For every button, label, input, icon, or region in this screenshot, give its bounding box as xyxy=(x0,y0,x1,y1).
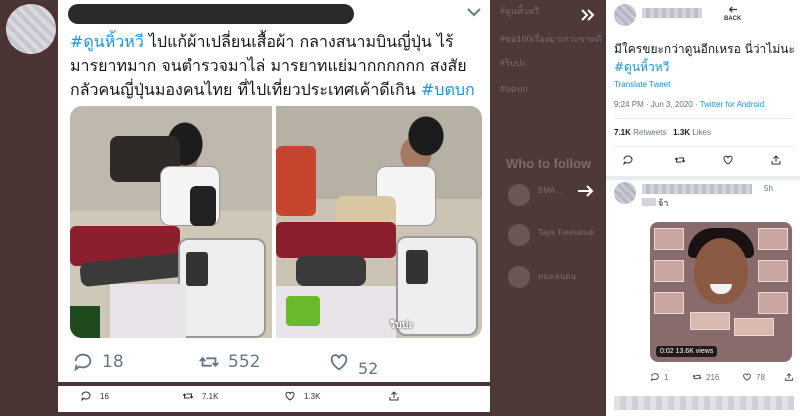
trend-item[interactable]: #ขอ100เรื่องมาเกาะขาดดี xyxy=(500,32,602,46)
suggestion-name[interactable]: Taya Treesanuk xyxy=(538,228,594,237)
like-count: 52 xyxy=(358,362,379,376)
arrow-right-icon[interactable] xyxy=(576,184,596,198)
like-count: 1.3K xyxy=(304,391,321,401)
like-button[interactable]: 52 xyxy=(328,348,378,376)
reply-icon xyxy=(74,353,92,372)
like-button[interactable]: 78 xyxy=(742,372,765,382)
background-avatar xyxy=(6,4,56,54)
suggestion-avatar xyxy=(508,184,530,206)
background-sidebar: #ดูนหิ้วหวี #ขอ100เรื่องมาเกาะขาดดี #ริบ… xyxy=(492,0,604,416)
suggestion-avatar xyxy=(508,266,530,288)
right-tweet-panel: BACK มีใครขยะกว่าดูนอีกเหรอ นี่ว่าไม่นะ … xyxy=(606,0,800,416)
avatar[interactable] xyxy=(614,4,636,26)
reply-count: 18 xyxy=(102,352,124,372)
retweet-icon xyxy=(692,374,702,380)
tweet-actions: 18 552 52 xyxy=(70,348,482,378)
tweet-stats: 7.1K Retweets 1.3K Likes xyxy=(614,128,711,137)
tweet-actions xyxy=(614,154,794,168)
share-button[interactable] xyxy=(784,372,794,382)
hashtag-link[interactable]: #ดูนหิ้วหวี xyxy=(70,32,144,51)
redacted-text xyxy=(642,198,656,206)
retweet-icon[interactable] xyxy=(674,154,686,166)
share-icon xyxy=(785,373,793,381)
reply-count: 1 xyxy=(664,372,669,382)
retweet-icon xyxy=(182,393,194,399)
translate-tweet-link[interactable]: Translate Tweet xyxy=(614,80,670,89)
hashtag-link[interactable]: #ดูนหิ้วหวี xyxy=(614,60,669,74)
video-views-badge: 0:02 13.6K views xyxy=(656,346,718,357)
tweet-text: #ดูนหิ้วหวี ไปแก้ผ้าเปลี่ยนเสื้อผ้า กลาง… xyxy=(70,30,482,102)
underlying-tweet-actions: 16 7.1K 1.3K xyxy=(58,386,490,412)
tweet-image-right[interactable] xyxy=(276,106,482,338)
retweets-label[interactable]: Retweets xyxy=(633,128,666,137)
divider xyxy=(614,146,794,147)
reply-icon[interactable] xyxy=(622,154,634,166)
tweet-timestamp[interactable]: 9:24 PM · Jun 3, 2020 · xyxy=(614,100,700,109)
divider xyxy=(614,118,794,119)
back-label: BACK xyxy=(724,16,742,22)
reply-button[interactable]: 18 xyxy=(72,348,124,376)
tweet-text: มีใครขยะกว่าดูนอีกเหรอ นี่ว่าไม่นะ #ดูนห… xyxy=(614,40,796,76)
tweet-video[interactable]: 0:02 13.6K views xyxy=(650,222,792,362)
back-button[interactable]: BACK xyxy=(724,6,741,23)
share-button[interactable] xyxy=(388,390,400,402)
tweet-text: จ้า xyxy=(658,199,669,209)
avatar[interactable] xyxy=(614,182,636,204)
reply-button[interactable]: 16 xyxy=(80,390,109,402)
trend-item[interactable]: #บตบก xyxy=(500,82,528,96)
trend-item[interactable]: #ดูนหิ้วหวี xyxy=(500,4,539,18)
like-count: 78 xyxy=(756,372,765,382)
retweet-button[interactable]: 552 xyxy=(198,348,260,376)
tweet-meta: 9:24 PM · Jun 3, 2020 · Twitter for Andr… xyxy=(614,100,764,109)
retweets-count[interactable]: 7.1K xyxy=(614,128,631,137)
redacted-username xyxy=(642,184,752,194)
redacted-username xyxy=(642,8,702,18)
redacted-author xyxy=(68,4,354,24)
quoted-tweet-modal: #ดูนหิ้วหวี ไปแก้ผ้าเปลี่ยนเสื้อผ้า กลาง… xyxy=(58,0,490,382)
retweet-button[interactable]: 7.1K xyxy=(182,390,218,402)
image-caption: ริบปะ xyxy=(390,320,414,331)
reply-icon xyxy=(81,391,91,402)
reply-count: 16 xyxy=(100,391,109,401)
reply-icon xyxy=(651,373,659,382)
reply-button[interactable]: 1 xyxy=(650,372,668,382)
share-icon[interactable] xyxy=(770,154,782,166)
tweet-actions: 1 216 78 xyxy=(650,372,796,386)
retweet-count: 216 xyxy=(706,372,720,382)
tweet-image-left[interactable] xyxy=(70,106,272,338)
hashtag-link[interactable]: #บตบก xyxy=(421,80,475,99)
suggestion-name[interactable]: BMA... xyxy=(538,186,562,195)
suggestion-avatar xyxy=(508,224,530,246)
like-button[interactable]: 1.3K xyxy=(284,390,320,402)
tweet-body: มีใครขยะกว่าดูนอีกเหรอ นี่ว่าไม่นะ xyxy=(614,42,795,56)
heart-icon xyxy=(285,391,295,401)
heart-icon[interactable] xyxy=(722,154,734,166)
divider xyxy=(606,176,800,180)
redacted-next-tweet xyxy=(614,396,794,410)
tweet-source-app[interactable]: Twitter for Android xyxy=(700,100,764,109)
retweet-count: 7.1K xyxy=(202,391,219,401)
likes-count[interactable]: 1.3K xyxy=(673,128,690,137)
suggestion-name[interactable]: ทองเล่นคน xyxy=(538,270,576,283)
chevron-down-icon[interactable] xyxy=(466,6,482,18)
who-to-follow-heading: Who to follow xyxy=(506,156,592,171)
retweet-count: 552 xyxy=(228,352,261,372)
likes-label[interactable]: Likes xyxy=(692,128,711,137)
tweet-timestamp[interactable]: 5h xyxy=(764,184,773,193)
collapse-arrows-icon[interactable] xyxy=(580,8,596,22)
heart-icon xyxy=(330,354,348,371)
retweet-button[interactable]: 216 xyxy=(692,372,719,382)
heart-icon xyxy=(743,373,751,381)
trend-item[interactable]: #ริบปะ xyxy=(500,56,526,70)
share-icon xyxy=(389,391,399,401)
retweet-icon xyxy=(199,357,219,367)
back-arrow-icon xyxy=(728,6,737,13)
